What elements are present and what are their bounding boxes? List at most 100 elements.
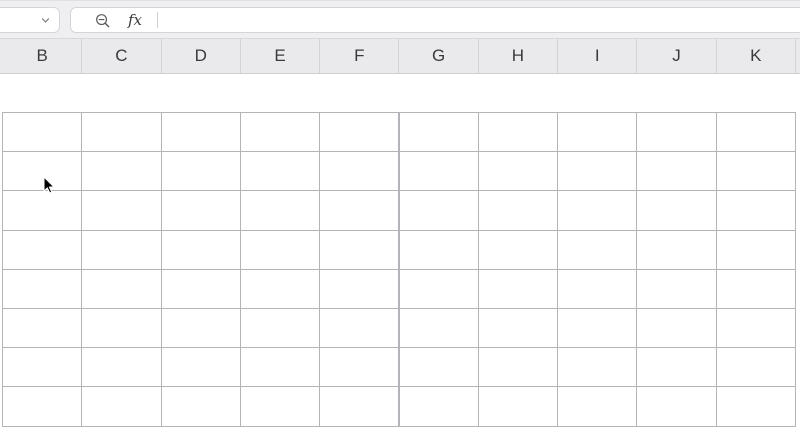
cell-h-1[interactable]: [477, 112, 559, 153]
cell-g-2[interactable]: [398, 151, 479, 192]
cell-f-5[interactable]: [319, 268, 400, 309]
cell-k-3[interactable]: [715, 190, 796, 231]
cell-c-8[interactable]: [81, 386, 162, 427]
cell-c-7[interactable]: [81, 347, 162, 388]
cell-e-6[interactable]: [239, 308, 321, 349]
cell-f-6[interactable]: [319, 308, 400, 349]
cell-d-8[interactable]: [160, 386, 241, 427]
cell-e-1[interactable]: [239, 112, 321, 153]
cell-k-6[interactable]: [715, 308, 796, 349]
cell-f-8[interactable]: [319, 386, 400, 427]
cell-e-8[interactable]: [239, 386, 321, 427]
column-header-j[interactable]: J: [637, 39, 717, 73]
sheet-grid-area: [0, 74, 800, 431]
cell-f-3[interactable]: [319, 190, 400, 231]
cell-h-3[interactable]: [477, 190, 559, 231]
cell-h-4[interactable]: [477, 229, 559, 270]
cell-e-2[interactable]: [239, 151, 321, 192]
cell-c-5[interactable]: [81, 268, 162, 309]
column-header-k[interactable]: K: [717, 39, 796, 73]
cell-b-8[interactable]: [2, 386, 83, 427]
cell-b-6[interactable]: [2, 308, 83, 349]
cell-g-1[interactable]: [398, 112, 479, 153]
formula-bar: fx: [0, 0, 800, 39]
formula-divider: [157, 12, 158, 28]
cell-j-4[interactable]: [636, 229, 717, 270]
cell-j-6[interactable]: [636, 308, 717, 349]
column-header-c[interactable]: C: [82, 39, 162, 73]
cell-g-3[interactable]: [398, 190, 479, 231]
cell-k-1[interactable]: [715, 112, 796, 153]
cell-c-3[interactable]: [81, 190, 162, 231]
cell-d-1[interactable]: [160, 112, 241, 153]
cell-j-7[interactable]: [636, 347, 717, 388]
cell-i-7[interactable]: [557, 347, 638, 388]
cell-i-2[interactable]: [557, 151, 638, 192]
cell-f-4[interactable]: [319, 229, 400, 270]
cell-g-6[interactable]: [398, 308, 479, 349]
spreadsheet-app: fx BCDEFGHIJK: [0, 0, 800, 431]
column-header-f[interactable]: F: [320, 39, 400, 73]
column-header-i[interactable]: I: [558, 39, 638, 73]
cell-b-3[interactable]: [2, 190, 83, 231]
cell-b-7[interactable]: [2, 347, 83, 388]
cell-b-5[interactable]: [2, 268, 83, 309]
cell-k-8[interactable]: [715, 386, 796, 427]
cell-i-3[interactable]: [557, 190, 638, 231]
column-header-b[interactable]: B: [3, 39, 83, 73]
fx-icon[interactable]: fx: [128, 11, 142, 29]
cell-e-3[interactable]: [239, 190, 321, 231]
cell-j-5[interactable]: [636, 268, 717, 309]
cell-k-4[interactable]: [715, 229, 796, 270]
mouse-cursor-icon: [43, 176, 55, 194]
formula-input[interactable]: fx: [70, 7, 800, 33]
cell-j-3[interactable]: [636, 190, 717, 231]
cell-h-6[interactable]: [477, 308, 559, 349]
column-header-h[interactable]: H: [479, 39, 559, 73]
cell-k-2[interactable]: [715, 151, 796, 192]
cell-g-7[interactable]: [398, 347, 479, 388]
cell-d-5[interactable]: [160, 268, 241, 309]
cell-j-1[interactable]: [636, 112, 717, 153]
cell-k-7[interactable]: [715, 347, 796, 388]
cell-f-2[interactable]: [319, 151, 400, 192]
column-header-e[interactable]: E: [241, 39, 321, 73]
cell-f-1[interactable]: [319, 112, 400, 153]
cell-d-6[interactable]: [160, 308, 241, 349]
cell-b-4[interactable]: [2, 229, 83, 270]
cell-d-4[interactable]: [160, 229, 241, 270]
cell-e-4[interactable]: [239, 229, 321, 270]
zoom-out-icon[interactable]: [95, 13, 110, 28]
name-box[interactable]: [0, 7, 60, 33]
cell-c-1[interactable]: [81, 112, 162, 153]
cell-d-2[interactable]: [160, 151, 241, 192]
cell-k-5[interactable]: [715, 268, 796, 309]
cell-b-1[interactable]: [2, 112, 83, 153]
cell-j-8[interactable]: [636, 386, 717, 427]
cell-c-4[interactable]: [81, 229, 162, 270]
cell-g-4[interactable]: [398, 229, 479, 270]
chevron-down-icon[interactable]: [42, 17, 49, 24]
column-header-g[interactable]: G: [400, 39, 479, 73]
cell-c-6[interactable]: [81, 308, 162, 349]
cell-g-5[interactable]: [398, 268, 479, 309]
cell-d-3[interactable]: [160, 190, 241, 231]
cell-i-1[interactable]: [557, 112, 638, 153]
cell-h-7[interactable]: [477, 347, 559, 388]
cell-e-5[interactable]: [239, 268, 321, 309]
cell-i-4[interactable]: [557, 229, 638, 270]
cell-e-7[interactable]: [239, 347, 321, 388]
column-header-row: BCDEFGHIJK: [0, 38, 800, 74]
cell-j-2[interactable]: [636, 151, 717, 192]
cell-h-2[interactable]: [477, 151, 559, 192]
cell-f-7[interactable]: [319, 347, 400, 388]
cell-i-5[interactable]: [557, 268, 638, 309]
cell-h-8[interactable]: [477, 386, 559, 427]
cell-i-6[interactable]: [557, 308, 638, 349]
cell-i-8[interactable]: [557, 386, 638, 427]
cell-h-5[interactable]: [477, 268, 559, 309]
cell-d-7[interactable]: [160, 347, 241, 388]
column-header-d[interactable]: D: [162, 39, 241, 73]
cell-g-8[interactable]: [398, 386, 479, 427]
cell-c-2[interactable]: [81, 151, 162, 192]
